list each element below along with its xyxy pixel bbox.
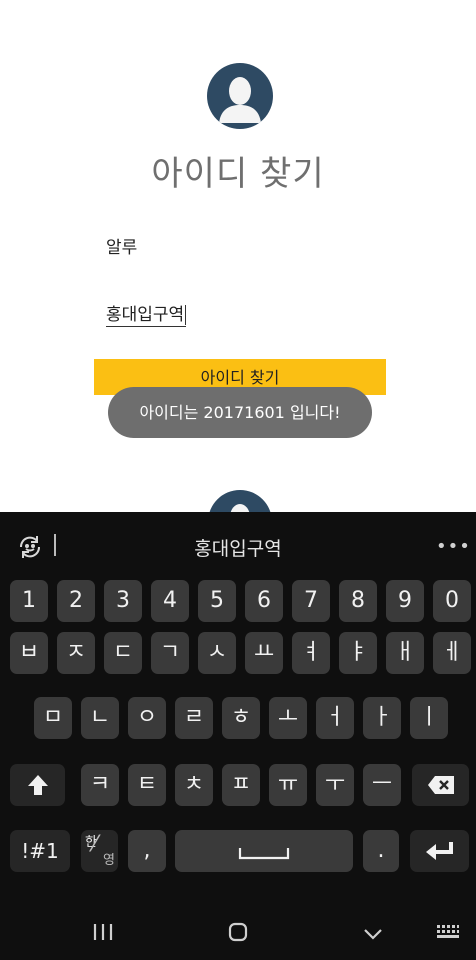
key-kieuk[interactable]: ㅋ bbox=[81, 764, 119, 806]
period-key[interactable]: . bbox=[363, 830, 399, 872]
key-chieut[interactable]: ㅊ bbox=[175, 764, 213, 806]
key-2[interactable]: 2 bbox=[57, 580, 95, 622]
key-eo[interactable]: ㅓ bbox=[316, 697, 354, 739]
suggestion-bar: 홍대입구역 ••• bbox=[0, 512, 476, 578]
key-o[interactable]: ㅗ bbox=[269, 697, 307, 739]
lang-slash: ⁄ bbox=[93, 832, 97, 857]
comma-key[interactable]: , bbox=[128, 830, 166, 872]
key-yeo[interactable]: ㅕ bbox=[292, 632, 330, 674]
key-digeut[interactable]: ㄷ bbox=[104, 632, 142, 674]
key-rieul[interactable]: ㄹ bbox=[175, 697, 213, 739]
key-9[interactable]: 9 bbox=[386, 580, 424, 622]
key-4[interactable]: 4 bbox=[151, 580, 189, 622]
key-u[interactable]: ㅜ bbox=[316, 764, 354, 806]
key-ieung[interactable]: ㅇ bbox=[128, 697, 166, 739]
suggestion-word[interactable]: 홍대입구역 bbox=[0, 534, 476, 561]
key-jieut[interactable]: ㅈ bbox=[57, 632, 95, 674]
key-siot[interactable]: ㅅ bbox=[198, 632, 236, 674]
key-1[interactable]: 1 bbox=[10, 580, 48, 622]
symbols-key[interactable]: !#1 bbox=[10, 830, 70, 872]
key-eu[interactable]: ㅡ bbox=[363, 764, 401, 806]
shift-icon bbox=[27, 775, 48, 795]
key-bieup[interactable]: ㅂ bbox=[10, 632, 48, 674]
recent-apps-icon[interactable] bbox=[92, 923, 114, 945]
shift-key[interactable] bbox=[10, 764, 65, 806]
key-e[interactable]: ㅔ bbox=[433, 632, 471, 674]
backspace-key[interactable] bbox=[412, 764, 469, 806]
toast-message: 아이디는 20171601 입니다! bbox=[108, 387, 372, 438]
backspace-icon bbox=[427, 776, 454, 794]
key-ae[interactable]: ㅐ bbox=[386, 632, 424, 674]
text-cursor bbox=[185, 305, 187, 325]
enter-icon bbox=[425, 842, 453, 860]
space-key[interactable] bbox=[175, 830, 353, 872]
key-mieum[interactable]: ㅁ bbox=[34, 697, 72, 739]
key-ya[interactable]: ㅑ bbox=[339, 632, 377, 674]
more-icon[interactable]: ••• bbox=[436, 536, 470, 557]
keyboard-switch-icon[interactable] bbox=[436, 924, 460, 944]
navigation-bar bbox=[0, 897, 476, 960]
key-i[interactable]: ㅣ bbox=[410, 697, 448, 739]
key-8[interactable]: 8 bbox=[339, 580, 377, 622]
key-pieup[interactable]: ㅍ bbox=[222, 764, 260, 806]
key-tieut[interactable]: ㅌ bbox=[128, 764, 166, 806]
station-field-value: 홍대입구역 bbox=[106, 305, 185, 325]
key-6[interactable]: 6 bbox=[245, 580, 283, 622]
page-title: 아이디 찾기 bbox=[151, 154, 325, 194]
home-icon[interactable] bbox=[228, 922, 248, 946]
enter-key[interactable] bbox=[410, 830, 469, 872]
key-0[interactable]: 0 bbox=[433, 580, 471, 622]
key-yo[interactable]: ㅛ bbox=[245, 632, 283, 674]
key-7[interactable]: 7 bbox=[292, 580, 330, 622]
language-switch-key[interactable]: 한 ⁄ 영 bbox=[81, 830, 118, 872]
key-yu[interactable]: ㅠ bbox=[269, 764, 307, 806]
key-a[interactable]: ㅏ bbox=[363, 697, 401, 739]
keyboard: 홍대입구역 ••• 1 2 3 4 5 6 7 8 9 0 ㅂ ㅈ ㄷ ㄱ ㅅ … bbox=[0, 512, 476, 960]
space-icon bbox=[238, 848, 290, 860]
key-giyeok[interactable]: ㄱ bbox=[151, 632, 189, 674]
station-field[interactable]: 홍대입구역 bbox=[106, 300, 187, 327]
lang-english-label: 영 bbox=[103, 853, 115, 868]
key-hieut[interactable]: ㅎ bbox=[222, 697, 260, 739]
user-avatar-icon bbox=[207, 63, 273, 129]
key-3[interactable]: 3 bbox=[104, 580, 142, 622]
back-chevron-down-icon[interactable] bbox=[363, 926, 383, 945]
key-nieun[interactable]: ㄴ bbox=[81, 697, 119, 739]
key-5[interactable]: 5 bbox=[198, 580, 236, 622]
name-field[interactable]: 알루 bbox=[106, 233, 137, 258]
